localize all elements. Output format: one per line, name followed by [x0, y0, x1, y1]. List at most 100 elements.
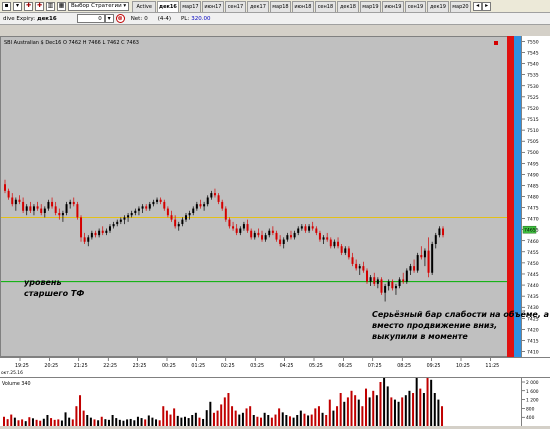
candle-body [192, 208, 195, 213]
tab-month-июн18[interactable]: июн18 [292, 0, 314, 12]
volume-bar [245, 408, 248, 426]
candle-body [376, 279, 379, 284]
scroll-left-icon[interactable]: ◂ [473, 1, 483, 11]
candle-body [311, 226, 314, 229]
volume-bar [307, 415, 310, 426]
volume-bar [296, 415, 299, 426]
bars-icon[interactable]: ▥ [46, 1, 55, 11]
volume-bar [97, 420, 100, 426]
tab-month-дек19[interactable]: дек19 [427, 0, 449, 12]
volume-bar [281, 412, 284, 426]
main-toolbar: ▪ ▾ ✚ ✚ ▥ ▦ Выбор Стратегии ▾ Active дек… [0, 0, 550, 13]
y-tick-label: 7485 [527, 183, 539, 189]
x-tick-label: 19:25 [15, 363, 29, 369]
columns-icon[interactable]: ▦ [57, 1, 66, 11]
tab-active[interactable]: Active [132, 0, 157, 12]
volume-axis: 2 000 1 600 1 200 800 400 [521, 377, 550, 426]
candle-body [384, 286, 387, 293]
qty-field[interactable]: 0 [76, 14, 105, 23]
candle-body [405, 270, 408, 282]
candle-body [36, 206, 39, 209]
volume-bar [285, 415, 288, 426]
volume-bar [288, 416, 291, 426]
menu-icon[interactable]: ▾ [13, 1, 22, 11]
volume-bar [238, 414, 241, 426]
candle-body [235, 228, 238, 233]
y-tick-label: 7520 [527, 106, 539, 112]
candle-body [358, 266, 361, 269]
candle-body [362, 266, 365, 271]
candle-body [337, 241, 340, 247]
volume-bar [71, 419, 74, 426]
candle-body [11, 197, 14, 205]
y-tick-label: 7535 [527, 73, 539, 79]
candle-body [297, 228, 300, 233]
volume-bar [241, 412, 244, 426]
volume-bar [223, 397, 226, 426]
volume-bar [216, 410, 219, 426]
crosshair-icon[interactable]: ✚ [35, 1, 44, 11]
candle-body [416, 255, 419, 271]
tab-month-мар20[interactable]: мар20 [449, 0, 472, 12]
volume-bar [191, 415, 194, 426]
candle-body [83, 237, 86, 242]
position-ratio: (4-4) [157, 15, 171, 22]
volume-panel: Volume 340 [0, 368, 521, 426]
candle-body [4, 184, 6, 191]
candle-body [261, 235, 264, 240]
volume-bar [89, 417, 92, 426]
volume-bar [140, 418, 143, 426]
candle-body [54, 206, 57, 213]
volume-bar [336, 406, 339, 426]
strategy-select-label: Выбор Стратегии [71, 3, 122, 9]
candle-body [326, 237, 329, 240]
candle-body [210, 193, 213, 198]
tab-month-июн19[interactable]: июн19 [382, 0, 404, 12]
tab-month-дек16[interactable]: дек16 [157, 0, 179, 12]
qty-dropdown-icon[interactable]: ▾ [104, 14, 114, 23]
candle-body [213, 193, 216, 196]
strategy-select[interactable]: Выбор Стратегии ▾ [68, 1, 130, 11]
tab-month-сен17[interactable]: сен17 [224, 0, 247, 12]
candle-body [58, 212, 61, 216]
x-tick-label: 22:25 [103, 363, 117, 369]
candle-body [163, 201, 166, 209]
candle-body [18, 199, 21, 202]
volume-bar [147, 415, 150, 426]
volume-bar [412, 393, 415, 426]
tab-month-сен19[interactable]: сен19 [404, 0, 427, 12]
volume-bar [42, 418, 45, 426]
volume-bar [212, 412, 215, 426]
candle-body [434, 235, 437, 244]
tab-month-дек17[interactable]: дек17 [247, 0, 269, 12]
y-tick-label: 7530 [527, 84, 539, 90]
tab-month-мар17[interactable]: мар17 [179, 0, 202, 12]
candle-body [112, 224, 115, 227]
tab-month-июн17[interactable]: июн17 [202, 0, 224, 12]
candle-body [203, 204, 206, 207]
candle-body [174, 219, 177, 227]
volume-title: Volume 340 [2, 381, 31, 387]
cancel-icon[interactable]: ⊗ [115, 14, 125, 23]
volume-bar [82, 410, 85, 426]
candle-body [275, 232, 278, 240]
grid-icon[interactable]: ✚ [24, 1, 33, 11]
x-tick-label: 21:25 [74, 363, 88, 369]
tab-month-мар18[interactable]: мар18 [269, 0, 292, 12]
candle-body [369, 277, 372, 282]
y-tick-label: 7475 [527, 206, 539, 212]
y-tick-label: 7525 [527, 95, 539, 101]
x-tick-label: 09:25 [427, 363, 441, 369]
candle-body [61, 212, 64, 216]
tab-month-мар19[interactable]: мар19 [359, 0, 382, 12]
candle-body [232, 226, 235, 229]
chart-marker [494, 41, 498, 45]
candle-body [127, 215, 130, 218]
tab-month-дек18[interactable]: дек18 [337, 0, 359, 12]
candle-body [156, 199, 159, 202]
tab-month-сен18[interactable]: сен18 [314, 0, 337, 12]
volume-bar [144, 419, 147, 426]
scroll-right-icon[interactable]: ▸ [482, 1, 492, 11]
volume-tick-label: 1 200 [526, 398, 539, 404]
window-icon[interactable]: ▪ [2, 1, 11, 11]
